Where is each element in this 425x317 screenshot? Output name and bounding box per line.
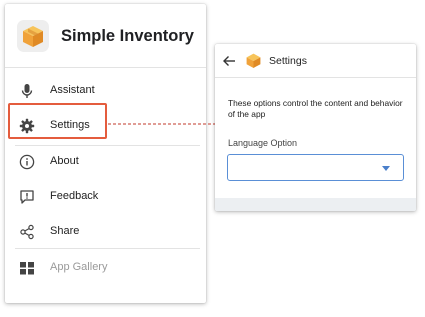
language-option-label: Language Option [228, 138, 298, 148]
drawer-divider [5, 67, 206, 68]
app-logo-icon [17, 20, 49, 52]
nav-item-assistant[interactable]: Assistant [15, 76, 200, 106]
drawer-divider [15, 248, 200, 249]
back-arrow-icon[interactable] [222, 54, 236, 68]
app-logo-icon [246, 53, 261, 68]
settings-panel-header: Settings [215, 44, 416, 78]
feedback-icon [20, 190, 34, 204]
nav-item-about[interactable]: About [15, 147, 200, 177]
settings-description: These options control the content and be… [228, 98, 403, 119]
drawer-divider [15, 145, 200, 146]
nav-item-label: Assistant [50, 84, 95, 96]
share-icon [20, 224, 34, 240]
app-gallery-icon [20, 262, 34, 275]
nav-item-app-gallery[interactable]: App Gallery [15, 253, 200, 283]
nav-item-label: Share [50, 225, 80, 237]
nav-item-label: About [50, 155, 79, 167]
settings-panel: Settings These options control the conte… [215, 44, 416, 211]
settings-panel-footer [215, 198, 416, 211]
nav-item-label: App Gallery [50, 261, 108, 273]
nav-item-feedback[interactable]: Feedback [15, 182, 200, 212]
navigation-drawer: Simple Inventory Assistant Settings Abou… [5, 4, 206, 303]
dropdown-caret-icon [382, 166, 390, 171]
nav-item-share[interactable]: Share [15, 217, 200, 247]
microphone-icon [21, 84, 33, 98]
info-icon [19, 154, 35, 170]
settings-panel-title: Settings [269, 55, 307, 67]
language-option-select[interactable] [227, 154, 404, 181]
app-title: Simple Inventory [61, 27, 194, 45]
settings-highlight-box [8, 103, 107, 139]
drawer-header: Simple Inventory [5, 4, 206, 67]
nav-item-label: Feedback [50, 190, 99, 202]
